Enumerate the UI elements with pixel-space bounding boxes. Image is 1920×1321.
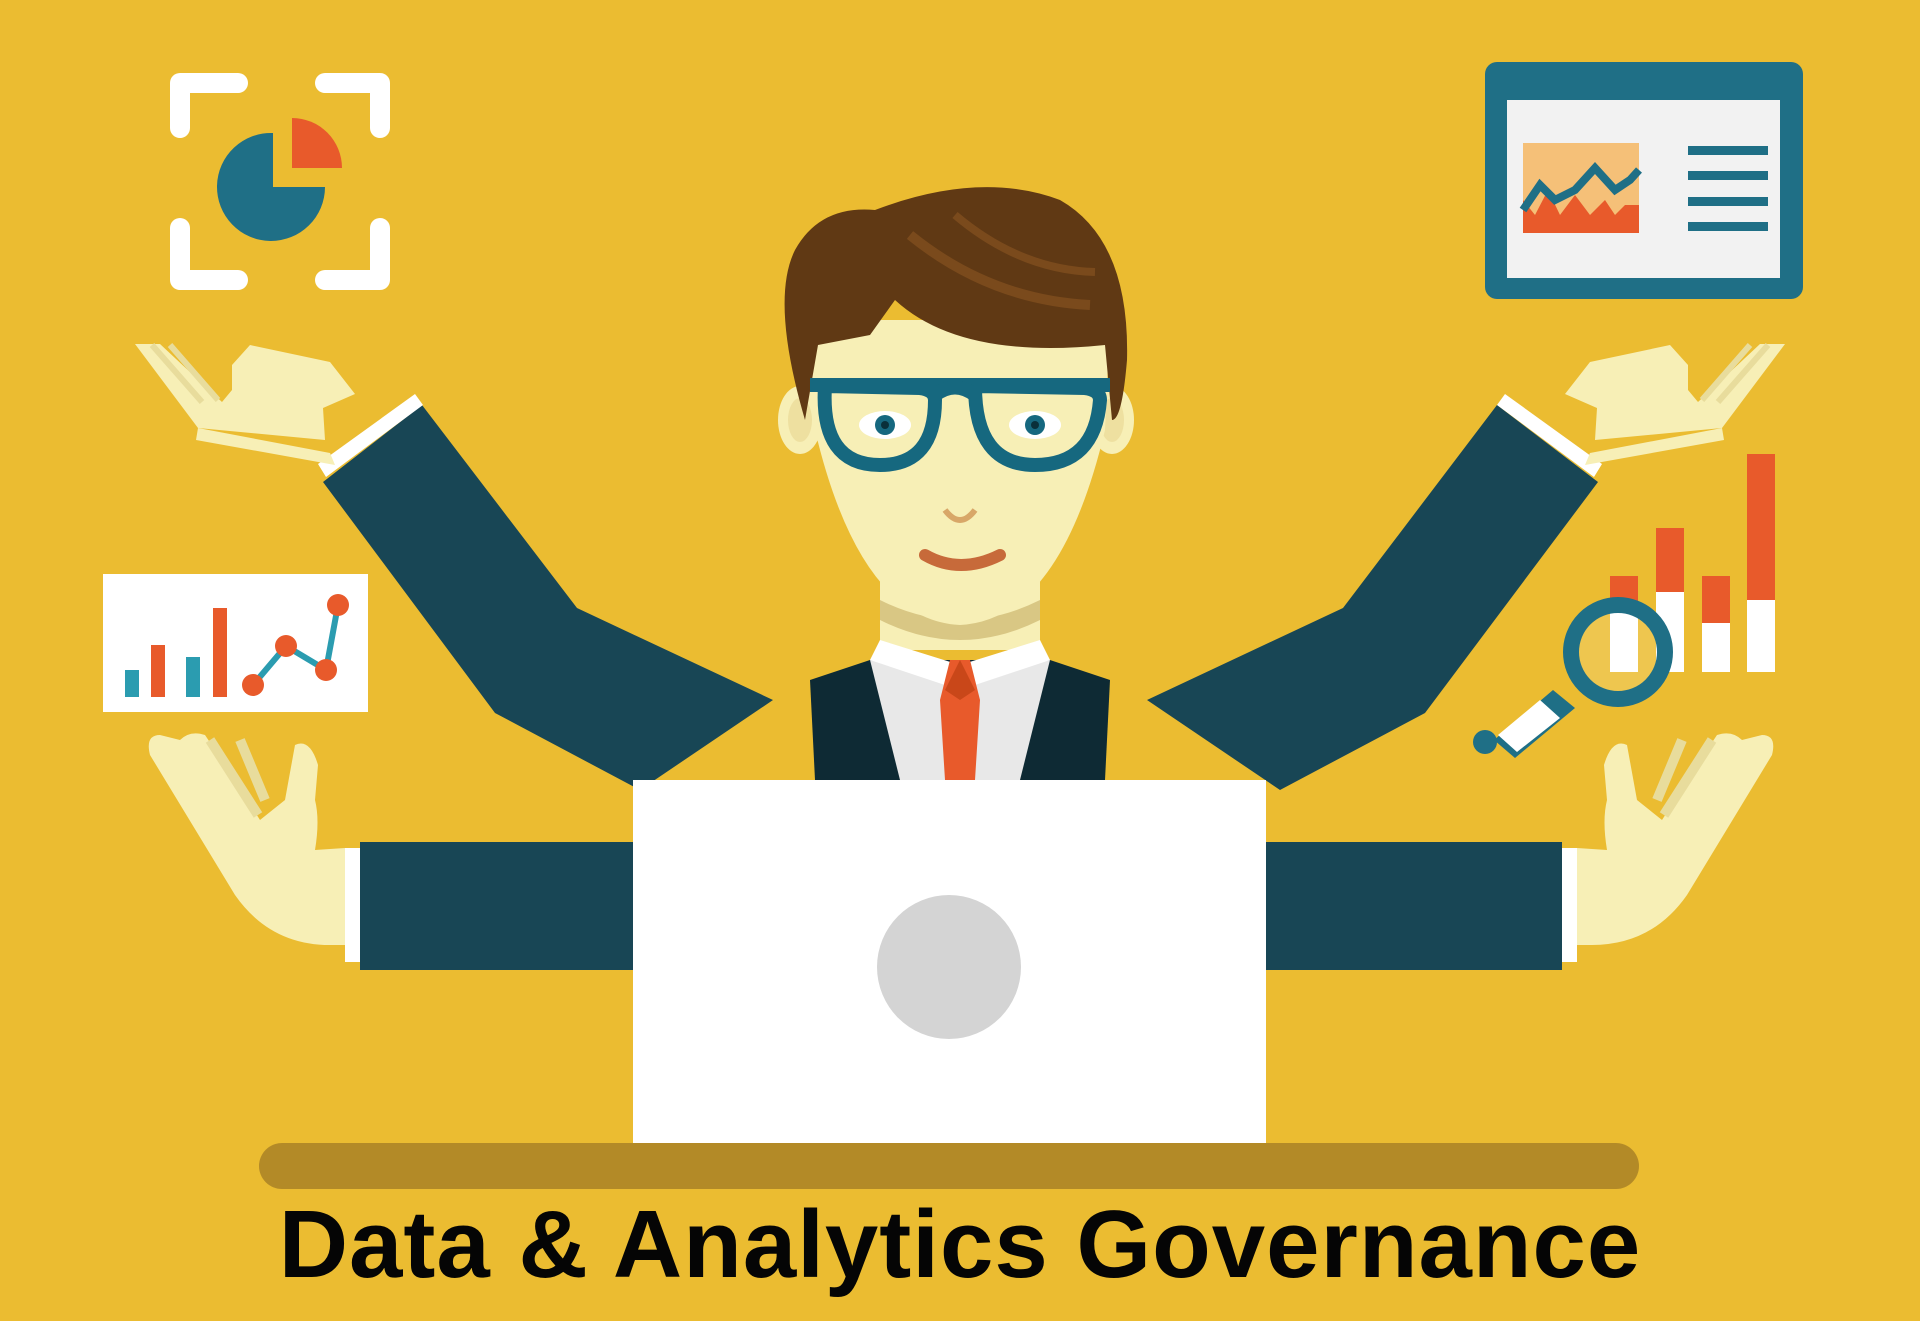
illustration-stage: Data & Analytics Governance	[0, 0, 1920, 1321]
upper-left-hand	[135, 343, 355, 465]
character-head	[778, 187, 1134, 650]
dashboard-window-icon	[1485, 62, 1803, 299]
face	[805, 320, 1110, 625]
laptop-logo-icon	[877, 895, 1021, 1039]
desk	[259, 1143, 1639, 1189]
lower-right-arm	[1260, 842, 1562, 970]
lower-left-hand	[148, 733, 345, 945]
analyst-illustration	[103, 62, 1803, 1189]
lower-left-arm	[360, 842, 640, 970]
bar-and-line-chart-card-icon	[103, 574, 368, 712]
upper-right-hand	[1565, 343, 1785, 465]
pie-chart-focus-icon	[170, 73, 390, 290]
character-torso	[810, 640, 1110, 780]
upper-left-arm	[318, 394, 773, 790]
page-title: Data & Analytics Governance	[278, 1191, 1642, 1298]
lower-right-hand	[1577, 733, 1774, 945]
